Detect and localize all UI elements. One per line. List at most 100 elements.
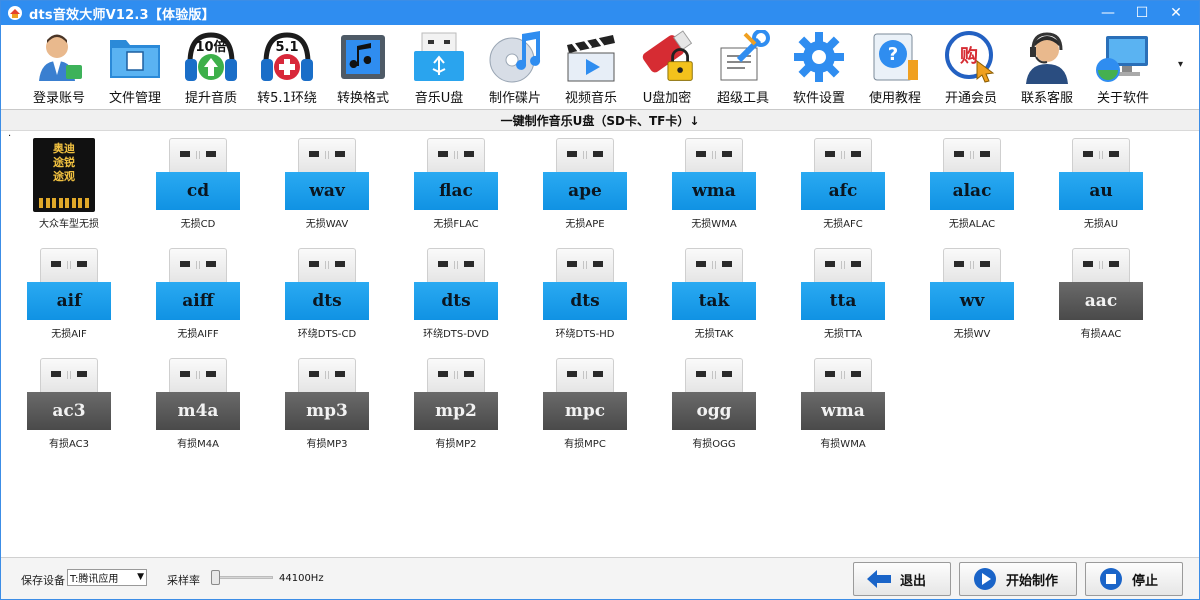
format-item-wma[interactable]: wma 无损WMA	[660, 133, 760, 233]
toolbar-more-icon[interactable]: ▾	[1178, 59, 1183, 70]
close-button[interactable]: ✕	[1159, 1, 1193, 25]
usb-plug	[298, 248, 356, 282]
usb-slot	[954, 151, 964, 157]
usb-plug	[298, 358, 356, 392]
usb-notch	[454, 371, 458, 379]
usb-notch	[325, 261, 329, 269]
video-clapper-icon	[562, 29, 620, 85]
stop-button[interactable]: 停止	[1085, 562, 1183, 596]
toolbar-item-6[interactable]: 制作碟片	[477, 25, 553, 107]
format-item-au[interactable]: au 无损AU	[1047, 133, 1147, 233]
usb-notch	[841, 261, 845, 269]
format-label: mp3	[285, 392, 369, 430]
minimize-button[interactable]: —	[1091, 1, 1125, 25]
usb-drive-icon: mp2	[414, 358, 498, 433]
usb-drive-icon: flac	[414, 138, 498, 213]
usb-slot	[180, 371, 190, 377]
disc-music-icon	[486, 29, 544, 85]
format-item-ogg[interactable]: ogg 有损OGG	[660, 353, 760, 453]
stop-button-label: 停止	[1132, 573, 1159, 589]
usb-notch	[196, 151, 200, 159]
slider-track	[211, 576, 273, 579]
toolbar-item-10[interactable]: 软件设置	[781, 25, 857, 107]
format-item-tta[interactable]: tta 无损TTA	[789, 243, 889, 343]
format-item-dts[interactable]: dts 环绕DTS-HD	[531, 243, 631, 343]
toolbar-item-4[interactable]: 转换格式	[325, 25, 401, 107]
toolbar-item-label: 转5.1环绕	[257, 91, 317, 106]
format-item-alac[interactable]: alac 无损ALAC	[918, 133, 1018, 233]
usb-notch	[67, 261, 71, 269]
usb-drive-icon: ape	[543, 138, 627, 213]
usb-notch	[1099, 261, 1103, 269]
usb-plug	[943, 138, 1001, 172]
toolbar-item-9[interactable]: 超级工具	[705, 25, 781, 107]
format-label: ac3	[27, 392, 111, 430]
exit-button[interactable]: 退出	[853, 562, 951, 596]
slider-thumb[interactable]	[211, 570, 220, 585]
format-item-wav[interactable]: wav 无损WAV	[273, 133, 373, 233]
title-bar: dts音效大师V12.3【体验版】 — ☐ ✕	[1, 1, 1199, 25]
toolbar-item-1[interactable]: 文件管理	[97, 25, 173, 107]
format-item-dts[interactable]: dts 环绕DTS-DVD	[402, 243, 502, 343]
usb-notch	[712, 371, 716, 379]
usb-plug	[685, 248, 743, 282]
toolbar-item-0[interactable]: 登录账号	[21, 25, 97, 107]
format-item-flac[interactable]: flac 无损FLAC	[402, 133, 502, 233]
toolbar-item-13[interactable]: 联系客服	[1009, 25, 1085, 107]
device-select[interactable]: T:腾讯应用 ▼	[67, 569, 147, 586]
usb-notch	[712, 261, 716, 269]
usb-slot	[335, 371, 345, 377]
format-item-aif[interactable]: aif 无损AIF	[15, 243, 115, 343]
usb-slot	[1109, 261, 1119, 267]
usb-slot	[464, 371, 474, 377]
toolbar-item-label: 提升音质	[184, 91, 237, 106]
usb-slot	[77, 261, 87, 267]
format-item-cd[interactable]: cd 无损CD	[144, 133, 244, 233]
toolbar-item-5[interactable]: 音乐U盘	[401, 25, 477, 107]
format-item-afc[interactable]: afc 无损AFC	[789, 133, 889, 233]
usb-plug	[169, 358, 227, 392]
usb-plug	[685, 138, 743, 172]
help-icon: ?	[866, 29, 924, 85]
usb-plug	[556, 138, 614, 172]
format-item-ape[interactable]: ape 无损APE	[531, 133, 631, 233]
format-item-dts[interactable]: dts 环绕DTS-CD	[273, 243, 373, 343]
usb-slot	[825, 151, 835, 157]
window-title: dts音效大师V12.3【体验版】	[29, 7, 215, 23]
music-convert-icon	[334, 29, 392, 85]
format-item-mp2[interactable]: mp2 有损MP2	[402, 353, 502, 453]
toolbar-item-7[interactable]: 视频音乐	[553, 25, 629, 107]
main-toolbar: ▾ 登录账号 文件管理 10倍 提升音质 5.1 转5.1环绕 转换格式 音乐U盘 制作碟片 视频…	[1, 25, 1199, 107]
toolbar-item-8[interactable]: U盘加密	[629, 25, 705, 107]
format-item-m4a[interactable]: m4a 有损M4A	[144, 353, 244, 453]
format-item-wv[interactable]: wv 无损WV	[918, 243, 1018, 343]
toolbar-item-3[interactable]: 5.1 转5.1环绕	[249, 25, 325, 107]
toolbar-item-label: 登录账号	[32, 91, 85, 106]
format-item-mpc[interactable]: mpc 有损MPC	[531, 353, 631, 453]
format-item-aiff[interactable]: aiff 无损AIFF	[144, 243, 244, 343]
usb-drive-icon: dts	[285, 248, 369, 323]
format-item-wma[interactable]: wma 有损WMA	[789, 353, 889, 453]
format-label: aif	[27, 282, 111, 320]
toolbar-item-label: 文件管理	[108, 91, 161, 106]
format-caption: 环绕DTS-DVD	[423, 329, 489, 340]
toolbar-item-2[interactable]: 10倍 提升音质	[173, 25, 249, 107]
start-button[interactable]: 开始制作	[959, 562, 1077, 596]
format-item-mp3[interactable]: mp3 有损MP3	[273, 353, 373, 453]
stop-icon	[1098, 567, 1124, 591]
toolbar-item-14[interactable]: 关于软件	[1085, 25, 1161, 107]
format-item-ac3[interactable]: ac3 有损AC3	[15, 353, 115, 453]
window-controls: — ☐ ✕	[1091, 1, 1193, 25]
format-item-tak[interactable]: tak 无损TAK	[660, 243, 760, 343]
usb-slot	[51, 371, 61, 377]
sd-card-item[interactable]: 奥迪 途锐 途观 大众车型无损	[15, 133, 115, 233]
sd-card-line: 途观	[53, 170, 75, 183]
format-label: dts	[285, 282, 369, 320]
format-item-aac[interactable]: aac 有损AAC	[1047, 243, 1147, 343]
toolbar-item-11[interactable]: ? 使用教程	[857, 25, 933, 107]
format-caption: 有损MP2	[435, 439, 477, 450]
toolbar-item-12[interactable]: 购开通会员	[933, 25, 1009, 107]
maximize-button[interactable]: ☐	[1125, 1, 1159, 25]
format-caption: 有损OGG	[692, 439, 736, 450]
sample-rate-slider[interactable]	[211, 570, 273, 585]
